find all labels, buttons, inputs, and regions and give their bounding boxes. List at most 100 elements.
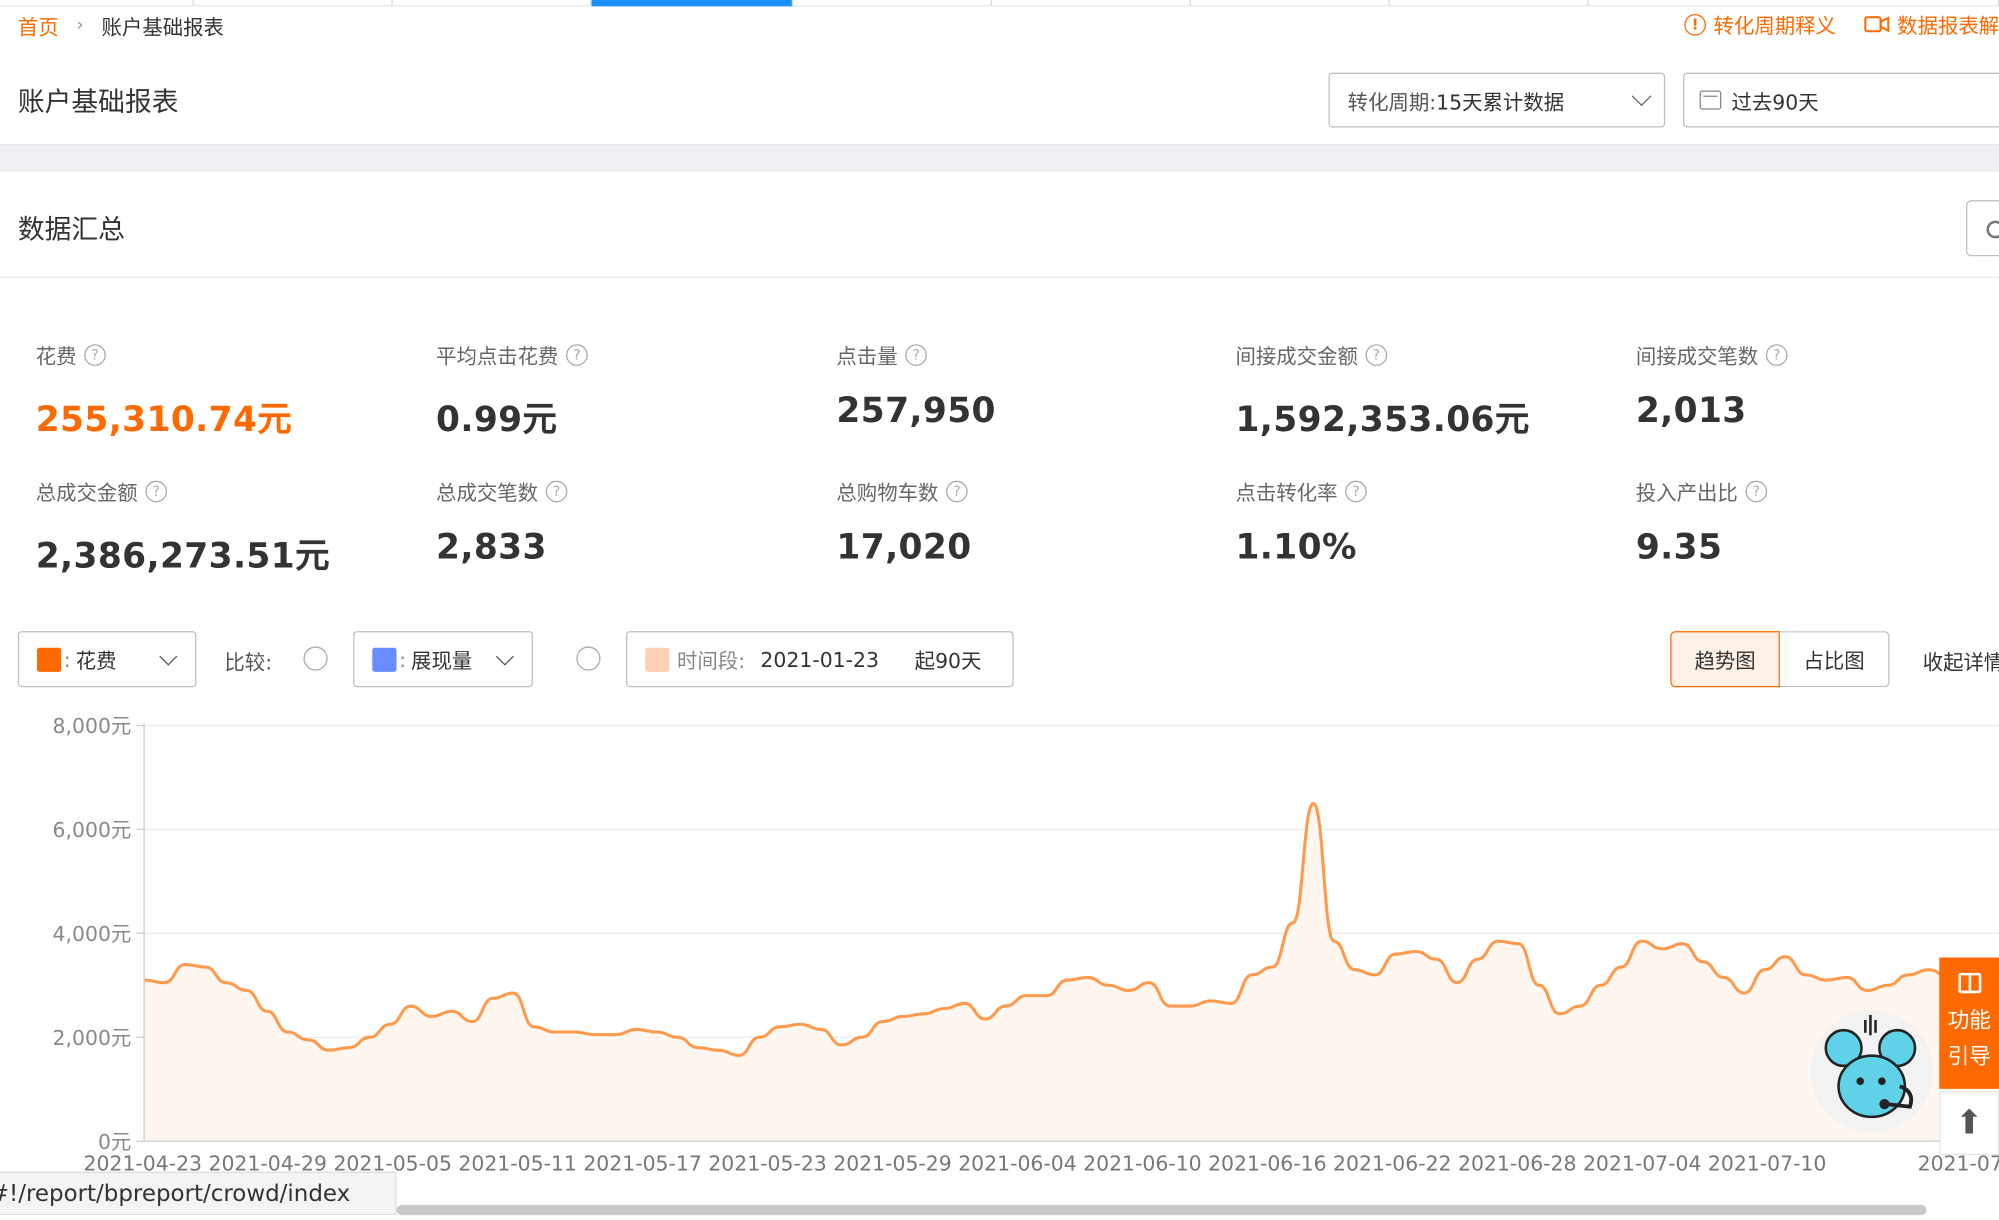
secondary-metric-label: 展现量: [411, 648, 473, 674]
trend-view-button[interactable]: 趋势图: [1670, 631, 1780, 688]
metric-total-orders: 总成交笔数? 2,833: [436, 476, 806, 568]
metric-label: 花费: [35, 344, 77, 369]
report-video-label: 数据报表解: [1897, 14, 1999, 39]
x-tick-label: 2021-05-29: [833, 1151, 952, 1175]
gear-icon: [1986, 220, 1999, 239]
cycle-select-label: 转化周期:: [1347, 89, 1437, 115]
compare-label: 比较:: [224, 650, 273, 675]
status-url-tooltip: #!/report/bpreport/crowd/index: [0, 1171, 397, 1216]
metric-roi: 投入产出比? 9.35: [1635, 476, 1999, 568]
metric-value: 1,592,353.06元: [1235, 400, 1530, 440]
help-icon[interactable]: ?: [1345, 480, 1367, 502]
x-tick-label: 2021-06-10: [1083, 1151, 1202, 1175]
help-icon[interactable]: ?: [1765, 343, 1788, 366]
x-tick-label: 2021-05-23: [708, 1151, 827, 1175]
help-icon[interactable]: ?: [946, 480, 968, 502]
primary-metric-select[interactable]: : 花费: [17, 631, 197, 688]
secondary-color-swatch: [372, 647, 397, 672]
breadcrumb-home-link[interactable]: 首页: [18, 10, 59, 41]
metric-value: 9.35: [1635, 527, 1723, 568]
feature-guide-button[interactable]: 功能 引导: [1939, 957, 1999, 1089]
settings-button[interactable]: [1966, 200, 1999, 257]
top-tab[interactable]: [1190, 0, 1390, 7]
metric-value: 17,020: [836, 527, 972, 568]
back-to-top-button[interactable]: ⬆: [1939, 1091, 1999, 1156]
metric-indirect-gmv: 间接成交金额? 1,592,353.06元: [1235, 339, 1605, 441]
primary-color-swatch: [36, 647, 62, 672]
top-tab[interactable]: [1389, 0, 1589, 7]
guide-line-1: 功能: [1947, 1008, 1991, 1035]
cost-trend-chart: 8,000元6,000元4,000元2,000元0元 2021-04-23 202…: [53, 714, 1999, 1175]
help-icon[interactable]: ?: [1745, 480, 1768, 502]
compare-radio[interactable]: [303, 646, 328, 671]
top-tab[interactable]: [793, 0, 992, 7]
share-view-button[interactable]: 占比图: [1779, 631, 1890, 688]
help-icon[interactable]: ?: [1365, 343, 1388, 366]
metric-cost: 花费? 255,310.74元: [36, 339, 406, 441]
guide-line-2: 引导: [1947, 1044, 1991, 1070]
y-tick-label: 4,000元: [53, 922, 132, 946]
top-tab-active[interactable]: [591, 0, 794, 7]
secondary-metric-select[interactable]: : 展现量: [353, 631, 533, 688]
top-tab[interactable]: [0, 0, 194, 7]
metric-total-cart: 总购物车数? 17,020: [836, 476, 1206, 568]
primary-metric-sep: :: [63, 647, 71, 672]
period-suffix: 起90天: [914, 648, 982, 674]
metric-label: 点击量: [836, 344, 898, 369]
y-tick-label: 6,000元: [53, 818, 132, 842]
top-tab[interactable]: [392, 0, 592, 7]
help-icon[interactable]: ?: [84, 343, 106, 366]
x-tick-label: 2021-06-22: [1333, 1151, 1452, 1175]
cycle-select-value: 15天累计数据: [1436, 89, 1565, 115]
metric-conversion-rate: 点击转化率? 1.10%: [1235, 476, 1605, 568]
x-tick-label: 2021-05-11: [458, 1151, 577, 1175]
metric-value: 2,013: [1635, 391, 1747, 431]
assistant-mascot-icon[interactable]: [1808, 1007, 1936, 1135]
collapse-details-link[interactable]: 收起详情: [1923, 645, 1999, 676]
help-icon[interactable]: ?: [905, 343, 927, 366]
date-range-value: 过去90天: [1731, 89, 1819, 115]
y-tick-label: 2,000元: [53, 1026, 132, 1050]
metric-value: 257,950: [836, 391, 996, 431]
top-tab[interactable]: [1588, 0, 1999, 7]
alert-circle-icon: !: [1684, 13, 1706, 36]
metric-label: 点击转化率: [1235, 480, 1338, 505]
breadcrumb-chevron-icon: ›: [76, 15, 84, 36]
top-tab[interactable]: [193, 0, 393, 7]
metric-label: 投入产出比: [1635, 480, 1738, 505]
report-video-link[interactable]: 数据报表解: [1864, 9, 1999, 40]
horizontal-scrollbar[interactable]: [396, 1204, 1927, 1216]
help-icon[interactable]: ?: [566, 343, 588, 366]
breadcrumb-current: 账户基础报表: [101, 15, 224, 40]
section-separator-band: [0, 144, 1999, 173]
date-range-select[interactable]: 过去90天: [1683, 72, 1999, 128]
x-tick-label: 2021-06-04: [958, 1151, 1077, 1175]
period-compare-radio[interactable]: [576, 646, 601, 671]
metric-total-gmv: 总成交金额? 2,386,273.51元: [36, 476, 406, 578]
help-icon[interactable]: ?: [145, 480, 168, 502]
metric-label: 总成交笔数: [436, 480, 539, 505]
video-icon: [1864, 16, 1890, 33]
series-area-fill: [144, 803, 1970, 1142]
x-tick-label: 2021-06-28: [1458, 1151, 1577, 1175]
metric-value: 1.10%: [1235, 527, 1357, 568]
metric-value: 0.99元: [436, 400, 558, 440]
chart-view-toggle: 趋势图 占比图: [1670, 631, 1890, 688]
primary-metric-label: 花费: [75, 648, 117, 674]
cycle-help-link[interactable]: ! 转化周期释义: [1684, 9, 1836, 40]
period-picker[interactable]: 时间段: 2021-01-23 起90天: [626, 631, 1014, 688]
metric-value: 2,833: [436, 527, 547, 568]
metric-label: 平均点击花费: [436, 344, 559, 369]
secondary-metric-sep: :: [399, 647, 406, 672]
y-tick-label: 0元: [98, 1130, 131, 1154]
period-color-swatch: [645, 647, 670, 672]
metric-value: 2,386,273.51元: [35, 536, 330, 577]
chevron-down-icon: [1631, 86, 1652, 107]
help-icon[interactable]: ?: [545, 480, 568, 502]
chevron-down-icon: [495, 647, 514, 666]
y-tick-label: 8,000元: [53, 714, 132, 738]
metric-label: 间接成交金额: [1235, 344, 1358, 369]
conversion-cycle-select[interactable]: 转化周期: 15天累计数据: [1328, 72, 1666, 128]
top-tab[interactable]: [991, 0, 1191, 7]
y-axis-labels: 8,000元 6,000元 4,000元 2,000元 0元: [53, 714, 132, 1154]
